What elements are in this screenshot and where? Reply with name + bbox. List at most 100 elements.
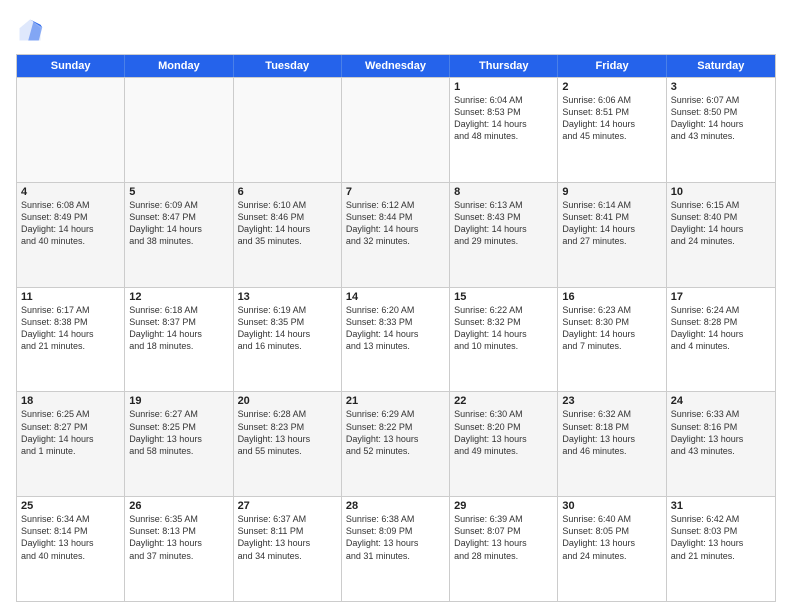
calendar: SundayMondayTuesdayWednesdayThursdayFrid… [16, 54, 776, 602]
calendar-cell: 19Sunrise: 6:27 AM Sunset: 8:25 PM Dayli… [125, 392, 233, 496]
cell-daylight-info: Sunrise: 6:19 AM Sunset: 8:35 PM Dayligh… [238, 304, 337, 353]
calendar-cell: 10Sunrise: 6:15 AM Sunset: 8:40 PM Dayli… [667, 183, 775, 287]
day-number: 3 [671, 81, 771, 93]
day-number: 11 [21, 291, 120, 303]
logo-icon [16, 16, 44, 44]
calendar-row-3: 18Sunrise: 6:25 AM Sunset: 8:27 PM Dayli… [17, 391, 775, 496]
calendar-cell: 20Sunrise: 6:28 AM Sunset: 8:23 PM Dayli… [234, 392, 342, 496]
calendar-cell: 9Sunrise: 6:14 AM Sunset: 8:41 PM Daylig… [558, 183, 666, 287]
calendar-cell: 12Sunrise: 6:18 AM Sunset: 8:37 PM Dayli… [125, 288, 233, 392]
day-number: 8 [454, 186, 553, 198]
cell-daylight-info: Sunrise: 6:38 AM Sunset: 8:09 PM Dayligh… [346, 513, 445, 562]
header-day-sunday: Sunday [17, 55, 125, 77]
day-number: 15 [454, 291, 553, 303]
page: SundayMondayTuesdayWednesdayThursdayFrid… [0, 0, 792, 612]
day-number: 4 [21, 186, 120, 198]
day-number: 22 [454, 395, 553, 407]
cell-daylight-info: Sunrise: 6:25 AM Sunset: 8:27 PM Dayligh… [21, 408, 120, 457]
cell-daylight-info: Sunrise: 6:22 AM Sunset: 8:32 PM Dayligh… [454, 304, 553, 353]
calendar-body: 1Sunrise: 6:04 AM Sunset: 8:53 PM Daylig… [17, 77, 775, 601]
calendar-row-2: 11Sunrise: 6:17 AM Sunset: 8:38 PM Dayli… [17, 287, 775, 392]
calendar-cell: 1Sunrise: 6:04 AM Sunset: 8:53 PM Daylig… [450, 78, 558, 182]
calendar-cell: 26Sunrise: 6:35 AM Sunset: 8:13 PM Dayli… [125, 497, 233, 601]
calendar-cell: 8Sunrise: 6:13 AM Sunset: 8:43 PM Daylig… [450, 183, 558, 287]
day-number: 19 [129, 395, 228, 407]
day-number: 27 [238, 500, 337, 512]
cell-daylight-info: Sunrise: 6:04 AM Sunset: 8:53 PM Dayligh… [454, 94, 553, 143]
day-number: 6 [238, 186, 337, 198]
calendar-cell: 14Sunrise: 6:20 AM Sunset: 8:33 PM Dayli… [342, 288, 450, 392]
day-number: 26 [129, 500, 228, 512]
calendar-cell: 30Sunrise: 6:40 AM Sunset: 8:05 PM Dayli… [558, 497, 666, 601]
day-number: 9 [562, 186, 661, 198]
day-number: 17 [671, 291, 771, 303]
calendar-cell: 11Sunrise: 6:17 AM Sunset: 8:38 PM Dayli… [17, 288, 125, 392]
calendar-cell [125, 78, 233, 182]
cell-daylight-info: Sunrise: 6:14 AM Sunset: 8:41 PM Dayligh… [562, 199, 661, 248]
calendar-cell: 23Sunrise: 6:32 AM Sunset: 8:18 PM Dayli… [558, 392, 666, 496]
day-number: 24 [671, 395, 771, 407]
cell-daylight-info: Sunrise: 6:37 AM Sunset: 8:11 PM Dayligh… [238, 513, 337, 562]
day-number: 16 [562, 291, 661, 303]
calendar-cell: 21Sunrise: 6:29 AM Sunset: 8:22 PM Dayli… [342, 392, 450, 496]
calendar-cell: 2Sunrise: 6:06 AM Sunset: 8:51 PM Daylig… [558, 78, 666, 182]
calendar-row-4: 25Sunrise: 6:34 AM Sunset: 8:14 PM Dayli… [17, 496, 775, 601]
day-number: 21 [346, 395, 445, 407]
cell-daylight-info: Sunrise: 6:18 AM Sunset: 8:37 PM Dayligh… [129, 304, 228, 353]
day-number: 10 [671, 186, 771, 198]
cell-daylight-info: Sunrise: 6:34 AM Sunset: 8:14 PM Dayligh… [21, 513, 120, 562]
day-number: 30 [562, 500, 661, 512]
calendar-cell: 22Sunrise: 6:30 AM Sunset: 8:20 PM Dayli… [450, 392, 558, 496]
cell-daylight-info: Sunrise: 6:30 AM Sunset: 8:20 PM Dayligh… [454, 408, 553, 457]
cell-daylight-info: Sunrise: 6:24 AM Sunset: 8:28 PM Dayligh… [671, 304, 771, 353]
cell-daylight-info: Sunrise: 6:12 AM Sunset: 8:44 PM Dayligh… [346, 199, 445, 248]
calendar-cell: 17Sunrise: 6:24 AM Sunset: 8:28 PM Dayli… [667, 288, 775, 392]
header-day-monday: Monday [125, 55, 233, 77]
calendar-cell: 5Sunrise: 6:09 AM Sunset: 8:47 PM Daylig… [125, 183, 233, 287]
day-number: 18 [21, 395, 120, 407]
calendar-cell: 6Sunrise: 6:10 AM Sunset: 8:46 PM Daylig… [234, 183, 342, 287]
calendar-row-0: 1Sunrise: 6:04 AM Sunset: 8:53 PM Daylig… [17, 77, 775, 182]
header-day-saturday: Saturday [667, 55, 775, 77]
cell-daylight-info: Sunrise: 6:13 AM Sunset: 8:43 PM Dayligh… [454, 199, 553, 248]
cell-daylight-info: Sunrise: 6:15 AM Sunset: 8:40 PM Dayligh… [671, 199, 771, 248]
calendar-cell: 27Sunrise: 6:37 AM Sunset: 8:11 PM Dayli… [234, 497, 342, 601]
cell-daylight-info: Sunrise: 6:27 AM Sunset: 8:25 PM Dayligh… [129, 408, 228, 457]
day-number: 14 [346, 291, 445, 303]
calendar-cell: 25Sunrise: 6:34 AM Sunset: 8:14 PM Dayli… [17, 497, 125, 601]
cell-daylight-info: Sunrise: 6:39 AM Sunset: 8:07 PM Dayligh… [454, 513, 553, 562]
cell-daylight-info: Sunrise: 6:42 AM Sunset: 8:03 PM Dayligh… [671, 513, 771, 562]
logo [16, 16, 48, 44]
cell-daylight-info: Sunrise: 6:08 AM Sunset: 8:49 PM Dayligh… [21, 199, 120, 248]
calendar-cell: 3Sunrise: 6:07 AM Sunset: 8:50 PM Daylig… [667, 78, 775, 182]
day-number: 20 [238, 395, 337, 407]
calendar-cell: 7Sunrise: 6:12 AM Sunset: 8:44 PM Daylig… [342, 183, 450, 287]
day-number: 13 [238, 291, 337, 303]
calendar-cell: 29Sunrise: 6:39 AM Sunset: 8:07 PM Dayli… [450, 497, 558, 601]
cell-daylight-info: Sunrise: 6:10 AM Sunset: 8:46 PM Dayligh… [238, 199, 337, 248]
cell-daylight-info: Sunrise: 6:29 AM Sunset: 8:22 PM Dayligh… [346, 408, 445, 457]
day-number: 1 [454, 81, 553, 93]
cell-daylight-info: Sunrise: 6:20 AM Sunset: 8:33 PM Dayligh… [346, 304, 445, 353]
cell-daylight-info: Sunrise: 6:32 AM Sunset: 8:18 PM Dayligh… [562, 408, 661, 457]
day-number: 29 [454, 500, 553, 512]
cell-daylight-info: Sunrise: 6:06 AM Sunset: 8:51 PM Dayligh… [562, 94, 661, 143]
calendar-cell: 13Sunrise: 6:19 AM Sunset: 8:35 PM Dayli… [234, 288, 342, 392]
day-number: 12 [129, 291, 228, 303]
cell-daylight-info: Sunrise: 6:35 AM Sunset: 8:13 PM Dayligh… [129, 513, 228, 562]
cell-daylight-info: Sunrise: 6:33 AM Sunset: 8:16 PM Dayligh… [671, 408, 771, 457]
calendar-header: SundayMondayTuesdayWednesdayThursdayFrid… [17, 55, 775, 77]
calendar-cell [17, 78, 125, 182]
calendar-cell: 16Sunrise: 6:23 AM Sunset: 8:30 PM Dayli… [558, 288, 666, 392]
header-day-tuesday: Tuesday [234, 55, 342, 77]
day-number: 2 [562, 81, 661, 93]
day-number: 23 [562, 395, 661, 407]
calendar-cell: 24Sunrise: 6:33 AM Sunset: 8:16 PM Dayli… [667, 392, 775, 496]
header-day-thursday: Thursday [450, 55, 558, 77]
calendar-cell: 15Sunrise: 6:22 AM Sunset: 8:32 PM Dayli… [450, 288, 558, 392]
calendar-cell [342, 78, 450, 182]
day-number: 5 [129, 186, 228, 198]
header-day-wednesday: Wednesday [342, 55, 450, 77]
calendar-cell: 4Sunrise: 6:08 AM Sunset: 8:49 PM Daylig… [17, 183, 125, 287]
calendar-row-1: 4Sunrise: 6:08 AM Sunset: 8:49 PM Daylig… [17, 182, 775, 287]
